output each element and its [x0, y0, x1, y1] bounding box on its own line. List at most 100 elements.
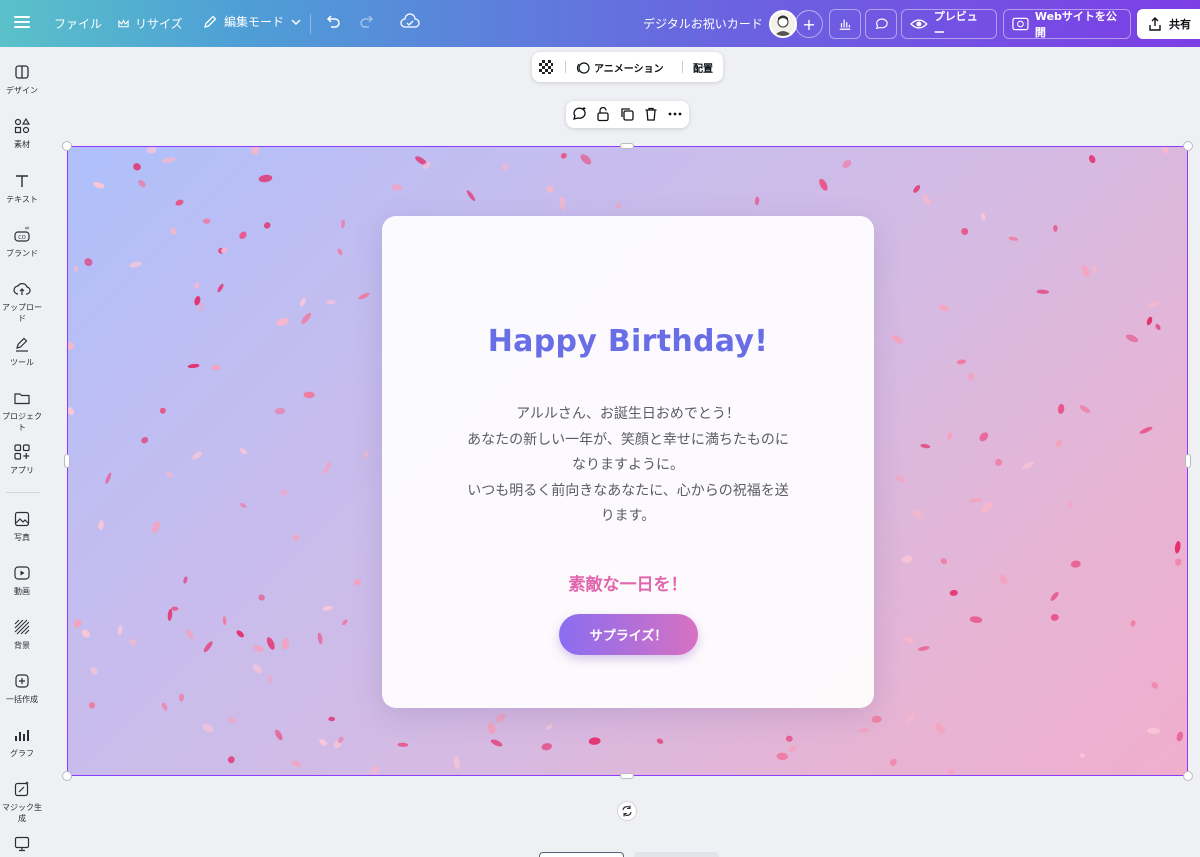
petal [921, 193, 932, 206]
petal [490, 739, 503, 747]
message-line: なりますように。 [572, 457, 684, 473]
add-collaborator-button[interactable]: + [795, 10, 823, 38]
transparency-icon[interactable] [539, 60, 553, 74]
petal [266, 637, 275, 650]
petal [1139, 426, 1153, 434]
edit-mode-label: 編集モード [224, 15, 285, 29]
share-button[interactable]: 共有 [1137, 9, 1200, 39]
redo-button[interactable] [358, 13, 376, 31]
petal [170, 227, 177, 235]
sidebar-divider [6, 492, 40, 493]
sidebar-item-label: ツール [10, 358, 34, 367]
animation-button[interactable]: アニメーション [576, 60, 664, 75]
petal [68, 407, 75, 415]
petal [370, 765, 379, 775]
sidebar-item-text[interactable]: テキスト [0, 172, 44, 205]
sidebar-item-apps[interactable]: アプリ [0, 443, 44, 476]
petal [918, 646, 930, 651]
more-icon[interactable] [667, 106, 683, 122]
sidebar-item-more[interactable] [0, 835, 44, 857]
file-menu[interactable]: ファイル [54, 15, 102, 32]
petal [263, 222, 271, 229]
petal [322, 605, 333, 611]
petal [1050, 591, 1059, 601]
sidebar-item-magic[interactable]: マジック生成 [0, 780, 44, 824]
apps-icon [14, 444, 30, 460]
sidebar-item-upload[interactable]: アップロード [0, 280, 44, 324]
petal [194, 282, 200, 290]
menu-icon[interactable] [12, 13, 32, 33]
arrange-button[interactable]: 配置 [693, 60, 713, 75]
petal [1146, 316, 1153, 326]
petal [293, 534, 299, 542]
petal [73, 266, 79, 273]
sidebar-item-label: 動画 [14, 587, 30, 596]
petal [159, 407, 166, 414]
petal [239, 231, 247, 240]
page-thumbnail-2[interactable] [634, 852, 719, 857]
design-canvas[interactable]: Happy Birthday! アルルさん、お誕生日おめでとう！ あなたの新しい… [67, 146, 1188, 776]
animation-label: アニメーション [594, 64, 664, 75]
petal [275, 318, 289, 327]
ai-comment-icon[interactable] [571, 106, 587, 122]
card-closing[interactable]: 素敵な一日を！ [382, 570, 874, 595]
save-status-button[interactable] [400, 13, 420, 31]
petal [187, 363, 200, 369]
insights-button[interactable] [829, 9, 861, 39]
petal [202, 723, 214, 733]
sidebar-item-brand[interactable]: CO ブランド [0, 226, 44, 259]
resize-handle-bottom-left[interactable] [62, 771, 72, 781]
resize-handle-bottom-right[interactable] [1183, 771, 1193, 781]
petal [167, 608, 173, 621]
avatar[interactable] [769, 10, 797, 38]
surprise-button[interactable]: サプライズ！ [559, 614, 698, 655]
petal [397, 742, 409, 747]
sidebar-item-label: グラフ [10, 749, 34, 758]
comment-button[interactable] [865, 9, 897, 39]
tools-icon [16, 337, 28, 352]
rotate-handle[interactable] [617, 801, 637, 821]
petal [546, 185, 554, 193]
page-thumbnail-1[interactable] [539, 852, 624, 857]
sidebar-item-tools[interactable]: ツール [0, 335, 44, 368]
lock-icon[interactable] [595, 106, 611, 122]
petal [580, 154, 592, 165]
resize-menu[interactable]: リサイズ [118, 15, 183, 32]
resize-handle-bottom[interactable] [620, 773, 634, 779]
petal [981, 212, 986, 222]
petal [541, 743, 553, 751]
petal [211, 364, 221, 371]
trash-icon[interactable] [643, 106, 659, 122]
undo-button[interactable] [324, 13, 342, 31]
sidebar-item-photos[interactable]: 写真 [0, 510, 44, 543]
preview-button[interactable]: プレビュー [901, 9, 997, 39]
resize-handle-top[interactable] [620, 143, 634, 149]
card-heading[interactable]: Happy Birthday! [382, 324, 874, 359]
sidebar-item-elements[interactable]: 素材 [0, 117, 44, 150]
file-label: ファイル [54, 17, 103, 31]
sidebar-item-background[interactable]: 背景 [0, 618, 44, 651]
card-message[interactable]: アルルさん、お誕生日おめでとう！ あなたの新しい一年が、笑顔と幸せに満ちたものに… [432, 402, 824, 530]
resize-handle-top-right[interactable] [1183, 141, 1193, 151]
document-title[interactable]: デジタルお祝いカード [643, 15, 763, 32]
resize-handle-top-left[interactable] [62, 141, 72, 151]
sidebar-item-design[interactable]: デザイン [0, 63, 44, 96]
resize-handle-left[interactable] [64, 454, 70, 468]
birthday-card[interactable]: Happy Birthday! アルルさん、お誕生日おめでとう！ あなたの新しい… [382, 216, 874, 708]
brand-icon: CO [14, 226, 30, 242]
duplicate-icon[interactable] [619, 106, 635, 122]
edit-mode-menu[interactable]: 編集モード [202, 13, 302, 30]
petal [1174, 540, 1181, 554]
petal [785, 735, 793, 742]
sidebar-item-bulk-create[interactable]: 一括作成 [0, 672, 44, 705]
petal [487, 722, 496, 735]
sidebar-item-videos[interactable]: 動画 [0, 564, 44, 597]
sidebar-item-chart[interactable]: グラフ [0, 726, 44, 759]
sidebar-item-projects[interactable]: プロジェクト [0, 389, 44, 433]
resize-handle-right[interactable] [1185, 454, 1191, 468]
petal [1050, 613, 1059, 621]
publish-website-button[interactable]: Webサイトを公開 [1003, 9, 1131, 39]
petal [317, 632, 323, 645]
petal [129, 261, 142, 268]
chart-icon [15, 730, 29, 741]
